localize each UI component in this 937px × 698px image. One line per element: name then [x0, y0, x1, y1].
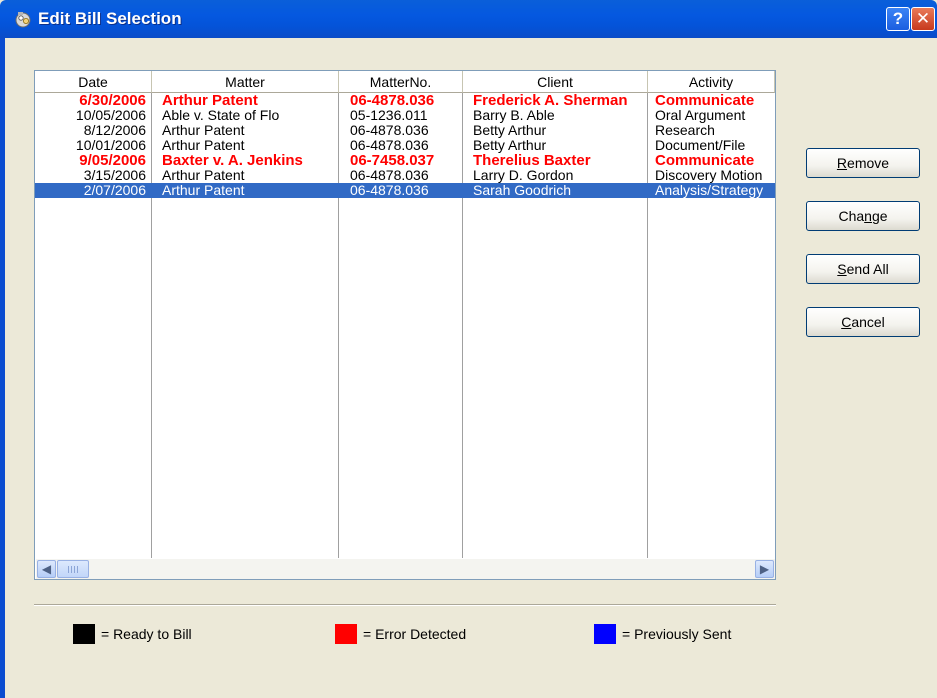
- table-row[interactable]: 6/30/2006 Arthur Patent 06-4878.036 Frederi…: [35, 93, 775, 108]
- legend-label: = Error Detected: [363, 626, 467, 642]
- table-cell-matter: Arthur Patent: [162, 123, 245, 138]
- table-cell-matter: Baxter v. A. Jenkins: [162, 153, 303, 168]
- table-cell-activity: Research: [655, 123, 715, 138]
- remove-label: emove: [847, 155, 890, 171]
- help-button[interactable]: ?: [886, 7, 910, 31]
- error-swatch: [335, 624, 357, 644]
- table-cell-activity: Oral Argument: [655, 108, 746, 123]
- table-row[interactable]: 10/01/2006 Arthur Patent 06-4878.036 Betty …: [35, 138, 775, 153]
- change-mnemonic: n: [864, 208, 872, 224]
- table-cell-client: Sarah Goodrich: [473, 183, 572, 198]
- table-cell-matterno: 06-4878.036: [350, 138, 429, 153]
- table-cell-matter: Arthur Patent: [162, 183, 245, 198]
- table-cell-client: Larry D. Gordon: [473, 168, 574, 183]
- legend-label: = Ready to Bill: [101, 626, 192, 642]
- grip-icon: [68, 566, 80, 573]
- table-cell-client: Frederick A. Sherman: [473, 93, 628, 108]
- change-button[interactable]: Change: [806, 201, 920, 231]
- table-cell-activity: Discovery Motion: [655, 168, 763, 183]
- chevron-right-icon: ▶: [759, 562, 770, 576]
- column-header-activity[interactable]: Activity: [648, 71, 775, 93]
- table-cell-matterno: 06-4878.036: [350, 93, 435, 108]
- table-cell-date: 2/07/2006: [83, 183, 146, 198]
- table-cell-matter: Arthur Patent: [162, 93, 258, 108]
- table-cell-date: 6/30/2006: [79, 93, 146, 108]
- table-cell-client: Barry B. Able: [473, 108, 555, 123]
- table-cell-date: 9/05/2006: [79, 153, 146, 168]
- table-cell-activity: Analysis/Strategy: [655, 183, 764, 198]
- table-cell-matterno: 05-1236.011: [350, 108, 428, 123]
- table-cell-activity: Communicate: [655, 153, 755, 168]
- table-cell-date: 10/05/2006: [75, 108, 146, 123]
- cancel-mnemonic: C: [841, 314, 852, 330]
- app-icon: [15, 12, 31, 28]
- chevron-left-icon: ◀: [41, 562, 52, 576]
- table-cell-client: Betty Arthur: [473, 138, 547, 153]
- table-row[interactable]: 3/15/2006 Arthur Patent 06-4878.036 Larry D…: [35, 168, 775, 183]
- scroll-thumb[interactable]: [57, 560, 89, 578]
- legend-separator: [34, 604, 776, 606]
- table-row[interactable]: 8/12/2006 Arthur Patent 06-4878.036 Betty A…: [35, 123, 775, 138]
- scroll-right-button[interactable]: ▶: [755, 560, 774, 578]
- table-cell-matter: Arthur Patent: [162, 168, 245, 183]
- remove-mnemonic: R: [836, 155, 848, 171]
- table-cell-matter: Able v. State of Flo: [162, 108, 280, 123]
- column-header-matterno[interactable]: MatterNo.: [339, 71, 463, 93]
- table-cell-matterno: 06-7458.037: [350, 153, 435, 168]
- cancel-button[interactable]: Cancel: [806, 307, 920, 337]
- remove-button[interactable]: Remove: [806, 148, 920, 178]
- table-cell-client: Therelius Baxter: [473, 153, 591, 168]
- table-cell-date: 8/12/2006: [83, 123, 146, 138]
- cancel-label: ancel: [851, 314, 885, 330]
- table-row[interactable]: 9/05/2006 Baxter v. A. Jenkins 06-7458.037…: [35, 153, 775, 168]
- close-button[interactable]: ✕: [911, 7, 935, 31]
- send-all-label: end All: [846, 261, 889, 277]
- list-header: Date Matter MatterNo. Client Activity: [35, 71, 775, 93]
- scroll-left-button[interactable]: ◀: [37, 560, 56, 578]
- column-header-client[interactable]: Client: [463, 71, 648, 93]
- table-cell-date: 3/15/2006: [83, 168, 146, 183]
- send-all-button[interactable]: Send All: [806, 254, 920, 284]
- ready-swatch: [73, 624, 95, 644]
- close-icon: ✕: [915, 9, 931, 28]
- table-cell-matterno: 06-4878.036: [350, 123, 429, 138]
- table-row[interactable]: 2/07/2006 Arthur Patent 06-4878.036 Sarah G…: [35, 183, 775, 198]
- change-label-end: ge: [871, 208, 888, 224]
- table-cell-activity: Document/File: [655, 138, 746, 153]
- send-all-mnemonic: S: [837, 261, 847, 277]
- table-cell-date: 10/01/2006: [75, 138, 146, 153]
- legend-label: = Previously Sent: [622, 626, 732, 642]
- table-cell-activity: Communicate: [655, 93, 755, 108]
- sent-swatch: [594, 624, 616, 644]
- table-cell-client: Betty Arthur: [473, 123, 547, 138]
- bill-selection-list[interactable]: Date Matter MatterNo. Client Activity 6/…: [34, 70, 776, 580]
- table-row[interactable]: 10/05/2006 Able v. State of Flo 05-1236.01…: [35, 108, 775, 123]
- help-icon: ?: [892, 9, 904, 28]
- title-bar[interactable]: Edit Bill Selection ? ✕: [0, 0, 937, 38]
- table-cell-matterno: 06-4878.036: [350, 183, 429, 198]
- edit-bill-selection-window: Edit Bill Selection ? ✕ Date Matter Matt…: [0, 0, 937, 698]
- table-cell-matter: Arthur Patent: [162, 138, 245, 153]
- change-label-start: Cha: [838, 208, 865, 224]
- column-header-date[interactable]: Date: [35, 71, 152, 93]
- window-title: Edit Bill Selection: [38, 9, 182, 28]
- horizontal-scrollbar[interactable]: ◀ ▶: [36, 559, 775, 579]
- window-frame-left: [0, 38, 5, 698]
- column-header-matter[interactable]: Matter: [152, 71, 339, 93]
- table-cell-matterno: 06-4878.036: [350, 168, 429, 183]
